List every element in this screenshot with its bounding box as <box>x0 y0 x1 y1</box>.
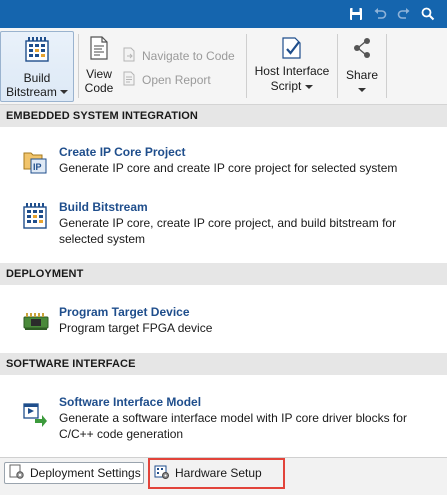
bitstream-chip-icon <box>24 36 50 67</box>
host-interface-script-button[interactable]: Host Interface Script <box>252 36 332 100</box>
undo-icon[interactable] <box>369 3 391 25</box>
item-description: Generate IP core, create IP core project… <box>59 216 397 246</box>
redo-icon[interactable] <box>393 3 415 25</box>
hardware-setup-icon <box>154 464 170 483</box>
item-description: Generate IP core and create IP core proj… <box>59 161 398 175</box>
item-title: Build Bitstream <box>59 200 148 214</box>
divider <box>386 34 387 98</box>
share-button[interactable]: Share <box>341 36 383 100</box>
divider <box>78 34 79 98</box>
open-report-label: Open Report <box>142 73 211 87</box>
workflow-gallery: EMBEDDED SYSTEM INTEGRATION IP Create IP… <box>0 105 447 457</box>
section-header-deployment: DEPLOYMENT <box>0 263 447 285</box>
chevron-down-icon[interactable] <box>305 84 314 89</box>
item-description: Program target FPGA device <box>59 321 213 335</box>
title-bar <box>0 0 447 28</box>
chevron-down-icon[interactable] <box>358 88 366 92</box>
program-target-device-item[interactable]: Program Target Device Program target FPG… <box>0 303 447 343</box>
view-code-button[interactable]: View Code <box>81 36 117 100</box>
build-bitstream-button[interactable]: Build Bitstream <box>0 31 74 102</box>
view-label: View <box>86 67 112 81</box>
build-label: Build <box>23 71 51 85</box>
report-icon <box>122 71 137 89</box>
ip-core-folder-icon: IP <box>22 147 48 180</box>
item-title: Create IP Core Project <box>59 145 186 159</box>
item-title: Program Target Device <box>59 305 190 319</box>
section-header-software-interface: SOFTWARE INTERFACE <box>0 353 447 375</box>
item-title: Software Interface Model <box>59 395 202 409</box>
software-model-icon <box>22 401 48 434</box>
item-description: Generate a software interface model with… <box>59 411 407 441</box>
host-interface-label: Host Interface <box>254 64 330 78</box>
hardware-setup-label: Hardware Setup <box>175 466 262 480</box>
hardware-setup-button[interactable]: Hardware Setup <box>150 462 265 484</box>
navigate-icon <box>122 47 137 65</box>
navigate-to-code-button[interactable]: Navigate to Code <box>122 47 235 65</box>
code-document-icon <box>88 36 110 63</box>
divider <box>246 34 247 98</box>
svg-text:IP: IP <box>33 162 42 172</box>
chevron-down-icon[interactable] <box>59 90 68 94</box>
divider <box>337 34 338 98</box>
help-icon[interactable] <box>417 3 439 25</box>
navigate-to-code-label: Navigate to Code <box>142 49 235 63</box>
script-label: Script <box>270 79 302 93</box>
settings-gear-icon <box>9 464 25 483</box>
bottom-bar: Deployment Settings Hardware Setup <box>0 457 447 495</box>
share-icon <box>351 36 373 64</box>
open-report-button[interactable]: Open Report <box>122 71 211 89</box>
fpga-board-icon <box>22 309 50 338</box>
save-icon[interactable] <box>345 3 367 25</box>
build-bitstream-item[interactable]: Build Bitstream Generate IP core, create… <box>0 198 447 254</box>
software-interface-model-item[interactable]: Software Interface Model Generate a soft… <box>0 393 447 449</box>
section-header-embedded-system-integration: EMBEDDED SYSTEM INTEGRATION <box>0 105 447 127</box>
share-label: Share <box>345 68 379 82</box>
toolstrip: Build Bitstream View Code Navigate to Co… <box>0 28 447 105</box>
bitstream-label: Bitstream <box>6 85 57 99</box>
checklist-icon <box>280 36 304 60</box>
create-ip-core-project-item[interactable]: IP Create IP Core Project Generate IP co… <box>0 143 447 183</box>
bitstream-chip-icon <box>22 202 48 235</box>
deployment-settings-button[interactable]: Deployment Settings <box>4 462 144 484</box>
code-label: Code <box>84 81 114 95</box>
deployment-settings-label: Deployment Settings <box>30 466 141 480</box>
